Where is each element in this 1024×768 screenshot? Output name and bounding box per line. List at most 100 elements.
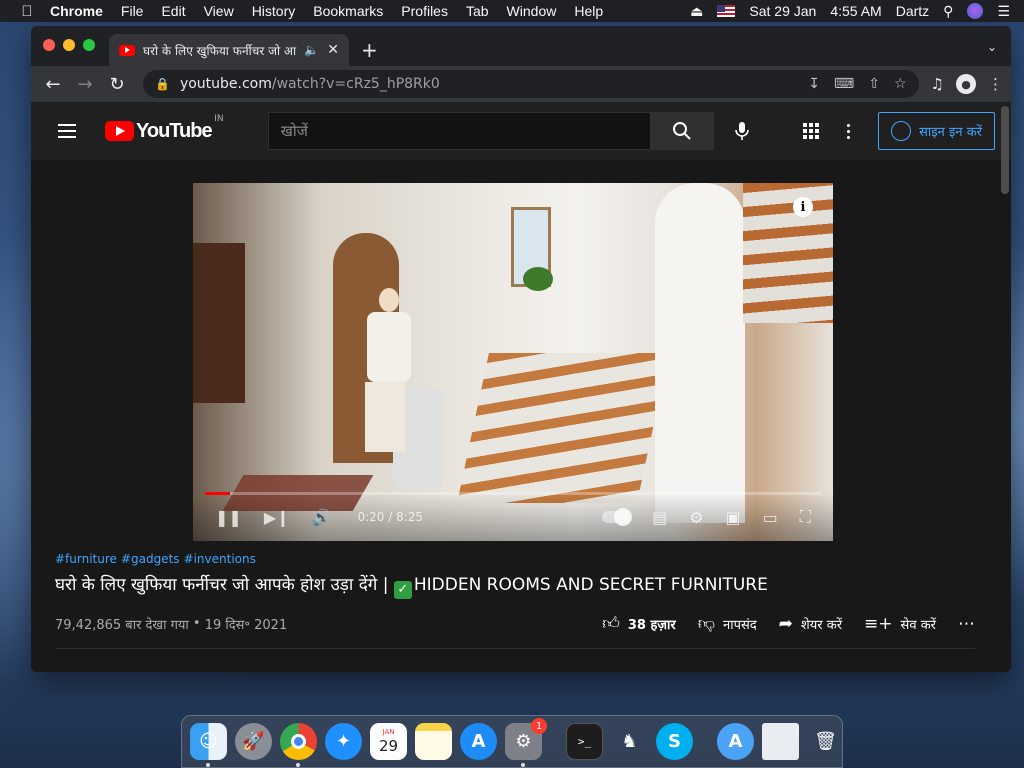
miniplayer-icon[interactable]: ▣ <box>726 508 741 527</box>
downloads-folder-icon[interactable]: A <box>717 723 754 760</box>
page-scrollbar[interactable] <box>1001 102 1009 672</box>
forward-button[interactable]: → <box>71 70 99 98</box>
video-time: 0:20 / 8:25 <box>357 510 424 524</box>
video-player[interactable]: i ❚❚ ▶❙ 🔊 0:20 / 8:25 ▤ ⚙ ▣ ▭ ⛶ <box>193 183 833 541</box>
system-preferences-icon[interactable]: ⚙ 1 <box>505 718 547 767</box>
menu-window[interactable]: Window <box>507 3 557 19</box>
youtube-logo[interactable]: YouTube IN <box>105 114 224 143</box>
save-button[interactable]: ≡+ सेव करें <box>864 614 936 634</box>
new-tab-button[interactable]: + <box>361 38 378 62</box>
voice-search-button[interactable] <box>722 111 762 151</box>
subtitles-icon[interactable]: ▤ <box>652 508 667 527</box>
volume-icon[interactable]: 🔊 <box>312 508 332 527</box>
spotlight-search-icon[interactable]: ⚲ <box>943 3 953 20</box>
fullscreen-icon[interactable]: ⛶ <box>800 507 811 527</box>
sign-in-label: साइन इन करें <box>919 125 982 140</box>
minimize-window-button[interactable] <box>63 39 75 51</box>
toolbar-right: ♫ ● ⋮ <box>931 74 1003 94</box>
next-video-icon[interactable]: ▶❙ <box>264 508 290 527</box>
menu-history[interactable]: History <box>252 3 296 19</box>
hashtag-link[interactable]: #gadgets <box>121 552 180 566</box>
close-window-button[interactable] <box>43 39 55 51</box>
media-controls-icon[interactable]: ♫ <box>931 75 944 93</box>
input-source-flag-icon[interactable] <box>717 5 736 17</box>
chrome-menu-icon[interactable]: ⋮ <box>988 75 1003 93</box>
siri-icon[interactable] <box>967 3 984 19</box>
share-icon[interactable]: ⇧ <box>868 76 880 92</box>
url-host: youtube.com <box>179 76 272 92</box>
settings-gear-icon[interactable]: ⚙ <box>689 508 703 527</box>
menu-bar-status: ⏏ Sat 29 Jan 4:55 AM Dartz ⚲ ☰ <box>690 3 1010 20</box>
zoom-window-button[interactable] <box>83 39 95 51</box>
translate-icon[interactable]: ⌨ <box>834 76 854 92</box>
pause-icon[interactable]: ❚❚ <box>215 508 242 527</box>
menu-view[interactable]: View <box>204 3 234 19</box>
menu-date[interactable]: Sat 29 Jan <box>749 3 816 19</box>
notification-center-icon[interactable]: ☰ <box>997 3 1010 20</box>
menu-profiles[interactable]: Profiles <box>401 3 448 19</box>
info-card-icon[interactable]: i <box>793 197 813 217</box>
menu-help[interactable]: Help <box>574 3 603 19</box>
install-app-icon[interactable]: ↧ <box>808 76 820 92</box>
dock: ☺ 🚀 ✦ JAN 29 A ⚙ 1 >_ ♞ S A 🗑︎ <box>181 715 843 768</box>
notes-icon[interactable] <box>415 723 452 760</box>
settings-kebab-icon[interactable] <box>837 123 860 139</box>
lock-icon[interactable]: 🔒 <box>155 77 170 91</box>
tab-search-chevron-icon[interactable]: ⌄ <box>987 40 997 54</box>
tab-title: घरो के लिए खुफिया फर्नीचर जो आ <box>143 43 297 58</box>
calendar-day: 29 <box>378 737 399 755</box>
share-button[interactable]: ➦ शेयर करें <box>779 614 842 634</box>
apple-icon[interactable]:  <box>18 3 36 20</box>
address-bar[interactable]: 🔒 youtube.com /watch?v=cRz5_hP8Rk0 ↧ ⌨ ⇧… <box>143 70 919 98</box>
menu-user[interactable]: Dartz <box>896 3 929 19</box>
share-label: शेयर करें <box>800 617 843 633</box>
search-icon <box>672 122 691 140</box>
safari-icon[interactable]: ✦ <box>325 723 362 760</box>
trash-icon[interactable]: 🗑︎ <box>807 723 844 760</box>
sign-in-button[interactable]: साइन इन करें <box>878 112 995 150</box>
menu-edit[interactable]: Edit <box>161 3 185 19</box>
search-button[interactable] <box>649 112 714 150</box>
thumbs-down-icon: 👎︎ <box>697 614 715 634</box>
document-icon[interactable] <box>762 723 799 760</box>
autoplay-toggle[interactable] <box>602 508 633 526</box>
back-button[interactable]: ← <box>39 70 67 98</box>
theater-mode-icon[interactable]: ▭ <box>763 508 778 527</box>
chrome-icon[interactable] <box>280 723 317 767</box>
apps-grid-icon[interactable] <box>803 123 820 139</box>
video-frame-mirror <box>193 243 245 403</box>
skype-icon[interactable]: S <box>656 723 693 760</box>
audio-playing-icon[interactable]: 🔈 <box>304 43 319 57</box>
tab-youtube[interactable]: घरो के लिए खुफिया फर्नीचर जो आ 🔈 ✕ <box>109 34 349 66</box>
menu-tab[interactable]: Tab <box>466 3 489 19</box>
menu-app-name[interactable]: Chrome <box>50 3 103 19</box>
eject-icon[interactable]: ⏏ <box>690 3 703 20</box>
dislike-button[interactable]: 👎︎ नापसंद <box>698 613 757 634</box>
menu-time[interactable]: 4:55 AM <box>830 3 881 19</box>
hashtag-link[interactable]: #furniture <box>55 552 117 566</box>
launchpad-icon[interactable]: 🚀 <box>235 723 272 760</box>
hashtag-link[interactable]: #inventions <box>184 552 256 566</box>
header-actions: साइन इन करें <box>803 112 995 150</box>
reload-button[interactable]: ↻ <box>103 70 131 98</box>
app-store-icon[interactable]: A <box>460 723 497 760</box>
search-input[interactable] <box>267 112 650 150</box>
scrollbar-thumb[interactable] <box>1001 106 1009 194</box>
guide-menu-icon[interactable] <box>47 111 87 151</box>
chess-icon[interactable]: ♞ <box>611 723 648 760</box>
menu-file[interactable]: File <box>121 3 144 19</box>
tab-strip: घरो के लिए खुफिया फर्नीचर जो आ 🔈 ✕ + ⌄ <box>31 26 1011 66</box>
finder-icon[interactable]: ☺ <box>190 723 227 767</box>
video-frame-upper-stairs <box>743 183 833 323</box>
terminal-icon[interactable]: >_ <box>566 723 603 760</box>
more-actions-button[interactable]: ⋯ <box>958 614 975 634</box>
youtube-favicon-icon <box>119 44 135 56</box>
like-button[interactable]: 👍︎ 38 हज़ार <box>602 613 676 634</box>
bookmark-star-icon[interactable]: ☆ <box>894 76 907 92</box>
calendar-icon[interactable]: JAN 29 <box>370 723 407 760</box>
menu-bookmarks[interactable]: Bookmarks <box>313 3 383 19</box>
playlist-add-icon: ≡+ <box>864 613 893 634</box>
chrome-window: घरो के लिए खुफिया फर्नीचर जो आ 🔈 ✕ + ⌄ ←… <box>31 26 1011 672</box>
close-tab-icon[interactable]: ✕ <box>327 42 339 58</box>
profile-avatar-icon[interactable]: ● <box>956 74 976 94</box>
